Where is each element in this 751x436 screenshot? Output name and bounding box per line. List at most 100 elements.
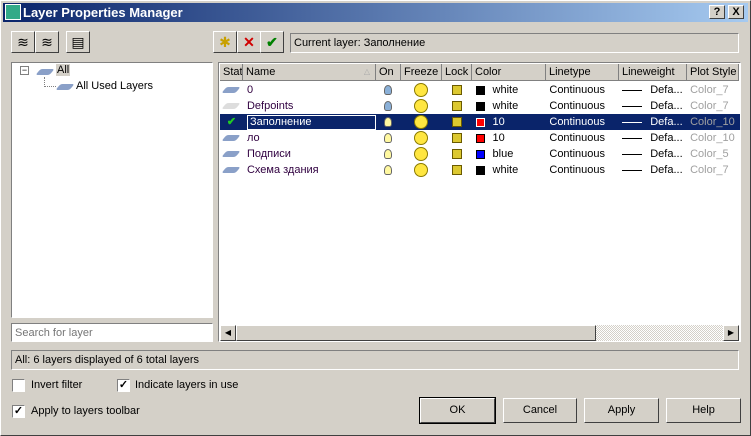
column-on[interactable]: On (376, 64, 401, 81)
set-current-button[interactable]: ✔ (260, 31, 284, 53)
layer-name[interactable]: Схема здания (247, 162, 319, 178)
linetype-cell[interactable]: Continuous (545, 130, 618, 146)
indicate-in-use-checkbox[interactable]: ✓ (117, 379, 130, 392)
layer-row[interactable]: Defpoints white Continuous Defa... Color… (220, 98, 740, 114)
lineweight-cell[interactable]: Defa... (618, 130, 686, 146)
lineweight-cell[interactable]: Defa... (618, 114, 686, 130)
new-group-filter-button[interactable]: ≋ (35, 31, 59, 53)
column-lock[interactable]: Lock (442, 64, 472, 81)
layer-name-cell[interactable]: 0 (243, 82, 376, 98)
lock-toggle[interactable] (442, 98, 472, 114)
layer-name-cell[interactable]: ло (243, 130, 376, 146)
layer-states-manager-button[interactable]: ▤ (66, 31, 90, 53)
tree-item-all[interactable]: All (56, 64, 71, 76)
plot-style-cell[interactable]: Color_7 (686, 98, 740, 114)
close-button[interactable]: X (728, 5, 744, 19)
freeze-toggle[interactable] (401, 130, 442, 146)
lock-toggle[interactable] (442, 130, 472, 146)
plot-style-cell[interactable]: Color_10 (686, 130, 740, 146)
new-layer-button[interactable]: ✱ (213, 31, 237, 53)
layer-row[interactable]: ✔ Заполнение 10 Continuous Defa... Color… (220, 114, 740, 130)
linetype-cell[interactable]: Continuous (545, 82, 618, 98)
layer-row[interactable]: Схема здания white Continuous Defa... Co… (220, 162, 740, 178)
sun-icon (414, 131, 429, 145)
layer-group-icon: ≋ (41, 33, 53, 50)
color-cell[interactable]: white (472, 98, 546, 114)
apply-button[interactable]: Apply (584, 398, 659, 423)
on-toggle[interactable] (376, 130, 401, 146)
freeze-toggle[interactable] (401, 162, 442, 178)
lock-toggle[interactable] (442, 162, 472, 178)
scrollbar-thumb[interactable] (236, 325, 596, 341)
layer-list-header: Stat Name △ On Freeze Lock Color Linetype… (220, 64, 739, 81)
column-lineweight[interactable]: Lineweight (619, 64, 687, 81)
help-button[interactable]: Help (666, 398, 741, 423)
color-cell[interactable]: white (472, 162, 546, 178)
color-cell[interactable]: 10 (472, 114, 546, 130)
freeze-toggle[interactable] (401, 82, 442, 98)
linetype-cell[interactable]: Continuous (545, 98, 618, 114)
lock-toggle[interactable] (442, 114, 472, 130)
color-cell[interactable]: white (472, 82, 546, 98)
column-plot-style[interactable]: Plot Style (687, 64, 739, 81)
layer-row[interactable]: Подписи blue Continuous Defa... Color_5 (220, 146, 740, 162)
column-freeze[interactable]: Freeze (401, 64, 442, 81)
horizontal-scrollbar[interactable]: ◀ ▶ (220, 325, 739, 341)
plot-style-cell[interactable]: Color_10 (686, 114, 740, 130)
on-toggle[interactable] (376, 114, 401, 130)
plot-style-cell[interactable]: Color_7 (686, 82, 740, 98)
layer-name-cell[interactable]: Заполнение (243, 114, 376, 130)
scroll-right-arrow-icon[interactable]: ▶ (723, 325, 739, 341)
scroll-left-arrow-icon[interactable]: ◀ (220, 325, 236, 341)
tree-item-all-used-layers[interactable]: All Used Layers (76, 80, 153, 92)
search-layer-input[interactable] (11, 323, 213, 342)
column-color[interactable]: Color (472, 64, 546, 81)
linetype-cell[interactable]: Continuous (545, 162, 618, 178)
apply-to-toolbar-checkbox[interactable]: ✓ (12, 405, 25, 418)
new-property-filter-button[interactable]: ≋ (11, 31, 35, 53)
invert-filter-checkbox[interactable] (12, 379, 25, 392)
freeze-toggle[interactable] (401, 114, 442, 130)
column-name[interactable]: Name △ (243, 64, 376, 81)
lineweight-value: Defa... (650, 100, 683, 112)
on-toggle[interactable] (376, 146, 401, 162)
layer-name-cell[interactable]: Defpoints (243, 98, 376, 114)
color-swatch (475, 101, 485, 111)
app-icon (5, 4, 21, 20)
layer-name[interactable]: ло (247, 130, 260, 146)
lock-toggle[interactable] (442, 82, 472, 98)
column-linetype[interactable]: Linetype (546, 64, 619, 81)
linetype-cell[interactable]: Continuous (545, 146, 618, 162)
color-cell[interactable]: blue (472, 146, 546, 162)
lineweight-cell[interactable]: Defa... (618, 82, 686, 98)
delete-layer-button[interactable]: ✕ (237, 31, 261, 53)
layer-name[interactable]: 0 (247, 82, 253, 98)
layer-name[interactable]: Заполнение (246, 114, 376, 130)
help-title-button[interactable]: ? (709, 5, 725, 19)
layer-name[interactable]: Подписи (247, 146, 291, 162)
layer-row[interactable]: ло 10 Continuous Defa... Color_10 (220, 130, 740, 146)
lineweight-cell[interactable]: Defa... (618, 146, 686, 162)
layer-row[interactable]: 0 white Continuous Defa... Color_7 (220, 82, 740, 98)
layer-name-cell[interactable]: Подписи (243, 146, 376, 162)
on-toggle[interactable] (376, 82, 401, 98)
color-cell[interactable]: 10 (472, 130, 546, 146)
lock-toggle[interactable] (442, 146, 472, 162)
freeze-toggle[interactable] (401, 98, 442, 114)
apply-to-toolbar-label: Apply to layers toolbar (31, 405, 140, 417)
plot-style-cell[interactable]: Color_5 (686, 146, 740, 162)
layer-name-cell[interactable]: Схема здания (243, 162, 376, 178)
plot-style-cell[interactable]: Color_7 (686, 162, 740, 178)
lineweight-cell[interactable]: Defa... (618, 98, 686, 114)
column-stat[interactable]: Stat (220, 64, 243, 81)
on-toggle[interactable] (376, 162, 401, 178)
on-toggle[interactable] (376, 98, 401, 114)
freeze-toggle[interactable] (401, 146, 442, 162)
used-layers-icon (55, 84, 75, 90)
cancel-button[interactable]: Cancel (503, 398, 577, 423)
layer-name[interactable]: Defpoints (247, 98, 293, 114)
linetype-cell[interactable]: Continuous (545, 114, 618, 130)
lineweight-cell[interactable]: Defa... (618, 162, 686, 178)
collapse-toggle[interactable]: − (20, 66, 29, 75)
ok-button[interactable]: OK (419, 397, 496, 424)
